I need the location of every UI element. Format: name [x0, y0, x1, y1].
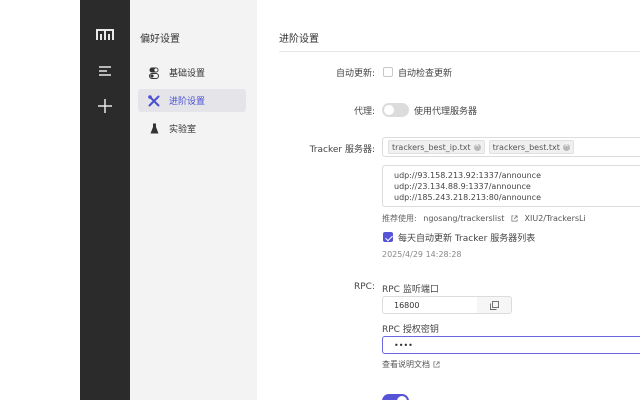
- sidebar-item-advanced[interactable]: 进阶设置: [138, 89, 246, 112]
- rpc-port-label: RPC 监听端口: [382, 285, 439, 295]
- tracker-url: udp://23.134.88.9:1337/announce: [394, 182, 531, 191]
- recommend-label: 推荐使用:: [382, 214, 417, 223]
- flask-icon: [148, 123, 160, 135]
- daily-update-option: 每天自动更新 Tracker 服务器列表: [398, 234, 536, 244]
- xiu2-link[interactable]: XIU2/TrackersLi: [525, 214, 586, 223]
- auto-update-checkbox[interactable]: [383, 67, 393, 77]
- sidebar-title: 偏好设置: [140, 34, 180, 45]
- tracker-tag[interactable]: trackers_best_ip.txt: [388, 140, 485, 154]
- preferences-sidebar: 偏好设置 基础设置 进阶设置 实验室: [130, 0, 257, 400]
- title-divider: [279, 51, 640, 52]
- daily-update-checkbox[interactable]: [383, 232, 393, 242]
- sidebar-item-label: 基础设置: [169, 69, 206, 79]
- proxy-label: 代理:: [353, 107, 375, 117]
- tracker-url: udp://185.243.218.213:80/announce: [394, 193, 541, 202]
- tracker-list-textarea[interactable]: udp://93.158.213.92:1337/announce udp://…: [382, 165, 640, 207]
- rpc-port-action-button[interactable]: [477, 296, 512, 314]
- rpc-port-input[interactable]: 16800: [382, 296, 478, 314]
- sidebar-item-label: 进阶设置: [169, 97, 206, 107]
- tracker-tag[interactable]: trackers_best.txt: [488, 140, 574, 154]
- close-icon[interactable]: [562, 141, 570, 151]
- proxy-option: 使用代理服务器: [414, 107, 478, 117]
- copy-icon: [489, 300, 499, 310]
- external-link-icon: [511, 215, 518, 222]
- tracker-source-select[interactable]: trackers_best_ip.txt trackers_best.txt: [382, 137, 640, 157]
- proxy-toggle[interactable]: [382, 103, 409, 117]
- docs-link[interactable]: 查看说明文档: [382, 359, 440, 370]
- add-task-icon[interactable]: [93, 94, 117, 118]
- rpc-label: RPC:: [354, 282, 375, 292]
- recommend-line: 推荐使用: ngosang/trackerslist XIU2/Trackers…: [382, 213, 590, 224]
- close-icon[interactable]: [473, 141, 481, 151]
- auto-update-label: 自动更新:: [335, 69, 375, 79]
- wrench-screwdriver-icon: [148, 94, 160, 107]
- external-link-icon: [433, 361, 440, 368]
- page-title: 进阶设置: [279, 34, 319, 45]
- sidebar-item-basic[interactable]: 基础设置: [138, 61, 246, 84]
- outer-background: [0, 0, 80, 400]
- auto-update-option: 自动检查更新: [398, 69, 453, 79]
- last-update-time: 2025/4/29 14:28:28: [382, 250, 462, 259]
- menu-icon[interactable]: [93, 59, 117, 83]
- rpc-secret-input[interactable]: ••••: [382, 336, 640, 354]
- sidebar-item-label: 实验室: [169, 125, 197, 135]
- app-logo-icon[interactable]: [93, 23, 117, 47]
- settings-main: 进阶设置 自动更新: 自动检查更新 代理: 使用代理服务器 Tracker 服务…: [257, 0, 640, 400]
- app-rail: [80, 0, 130, 400]
- rpc-secret-label: RPC 授权密钥: [382, 325, 439, 335]
- ngosang-link[interactable]: ngosang/trackerslist: [423, 214, 518, 223]
- next-setting-toggle[interactable]: [382, 394, 409, 400]
- tracker-label: Tracker 服务器:: [309, 145, 375, 155]
- toggle-switch-icon: [148, 67, 160, 79]
- sidebar-item-lab[interactable]: 实验室: [138, 117, 246, 140]
- tracker-url: udp://93.158.213.92:1337/announce: [394, 171, 541, 180]
